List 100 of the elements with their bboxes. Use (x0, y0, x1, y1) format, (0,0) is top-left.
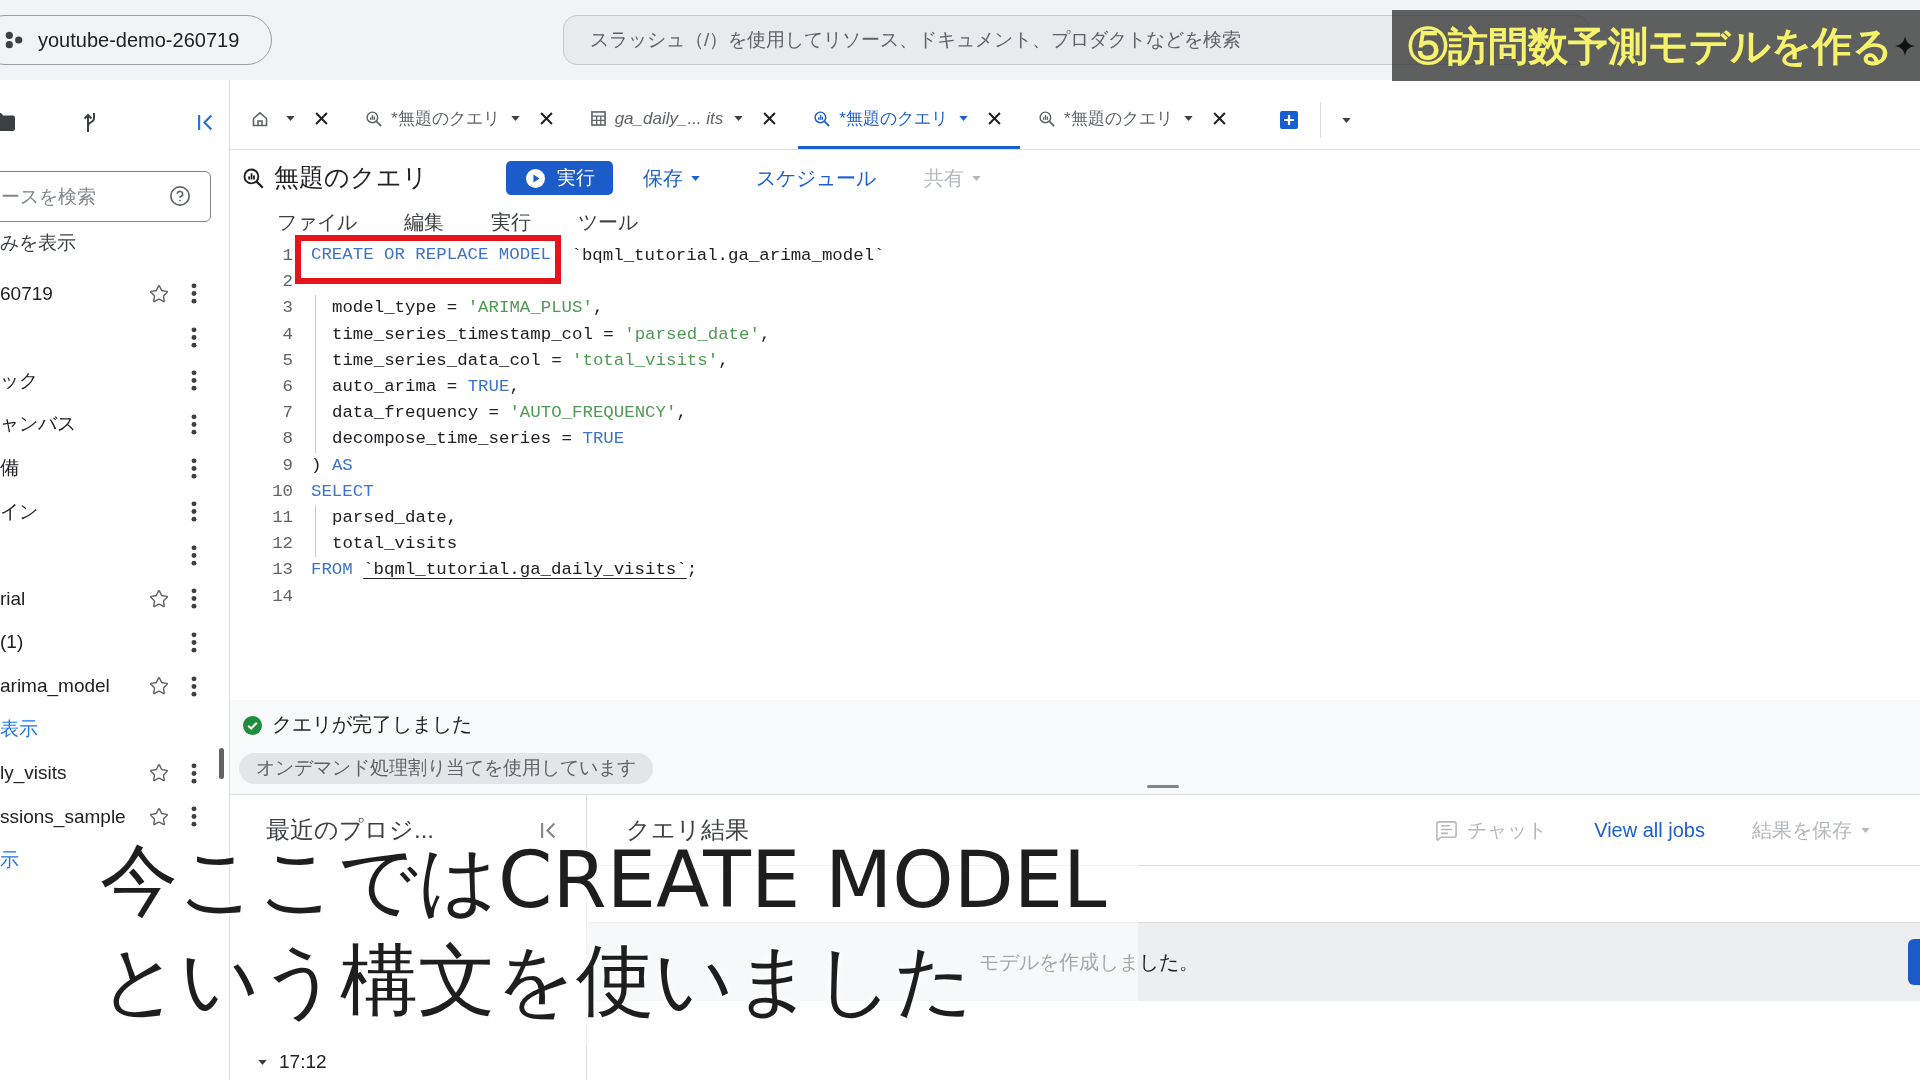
code-line: SELECT (311, 480, 374, 503)
chat-icon (1435, 818, 1459, 842)
panel-title: クエリ結果 (626, 818, 749, 842)
jobs-link[interactable]: View all jobs (1594, 815, 1705, 845)
show-more-link[interactable]: 示 (0, 849, 19, 871)
menu-item[interactable]: 実行 (491, 207, 531, 237)
line-number: 13 (272, 560, 293, 581)
more-icon[interactable] (191, 414, 197, 436)
run-button[interactable]: 実行 (506, 161, 613, 195)
code-line: ) AS (311, 454, 353, 477)
menu-item[interactable]: ツール (578, 207, 638, 237)
tree-item[interactable]: rial (0, 587, 26, 609)
caret-icon[interactable] (1341, 117, 1351, 123)
more-icon[interactable] (191, 588, 197, 610)
more-icon[interactable] (191, 370, 197, 392)
line-number: 12 (272, 534, 293, 555)
code-line: model_type = 'ARIMA_PLUS', (315, 295, 604, 322)
close-icon[interactable] (1212, 112, 1226, 125)
toolbar-button[interactable]: スケジュール (756, 163, 876, 193)
query-title: 無題のクエリ (274, 162, 428, 194)
star-icon[interactable] (149, 806, 169, 827)
tree-item[interactable]: ssions_sample (0, 805, 126, 827)
collapse-icon[interactable] (197, 113, 214, 131)
panel-title: 最近のプロジ... (266, 818, 434, 842)
drag-handle[interactable] (1147, 785, 1179, 788)
close-icon[interactable] (763, 112, 777, 125)
star-icon[interactable] (149, 588, 169, 609)
show-more-link[interactable]: 表示 (0, 718, 38, 740)
tab[interactable]: *無題のクエリ (350, 91, 572, 149)
tab[interactable]: *無題のクエリ (1022, 91, 1245, 149)
more-icon[interactable] (191, 544, 197, 566)
line-number: 10 (272, 481, 293, 502)
toolbar-button[interactable]: 保存 (643, 163, 700, 193)
more-icon[interactable] (191, 762, 197, 784)
branch-icon[interactable] (83, 112, 97, 132)
more-icon[interactable] (191, 675, 197, 697)
home-icon (252, 110, 268, 127)
more-icon[interactable] (191, 326, 197, 348)
more-icon[interactable] (191, 501, 197, 523)
tree-item[interactable]: イン (0, 500, 38, 522)
collapse-icon[interactable] (540, 821, 557, 839)
caret-icon[interactable] (258, 1059, 267, 1065)
code-line: `bqml_tutorial.ga_arima_model` (570, 245, 885, 268)
menu-item[interactable]: ファイル (277, 207, 357, 237)
status-message: クエリが完了しました (272, 712, 472, 738)
star-icon[interactable] (149, 676, 169, 697)
tab[interactable]: *無題のクエリ (798, 91, 1020, 149)
line-number: 5 (282, 350, 293, 371)
plus-icon[interactable] (1279, 111, 1298, 129)
caption-line: という構文を使いました (100, 940, 974, 1020)
line-number: 6 (282, 377, 293, 398)
close-icon[interactable] (987, 112, 1001, 125)
caret-icon[interactable] (510, 116, 520, 121)
star-icon[interactable] (149, 763, 169, 784)
show-starred-link[interactable]: みを表示 (0, 228, 76, 258)
caret-icon[interactable] (958, 116, 968, 121)
sparkle-icon (1895, 35, 1915, 56)
line-number: 2 (282, 272, 293, 293)
code-line: parsed_date, (315, 504, 458, 532)
close-icon[interactable] (539, 112, 553, 125)
tree-item[interactable]: 備 (0, 456, 19, 478)
dot-cluster-icon (5, 31, 23, 49)
tab[interactable]: ga_daily_... its (574, 91, 796, 149)
more-icon[interactable] (191, 283, 197, 305)
code-line: total_visits (315, 531, 458, 558)
scrollbar-thumb[interactable] (219, 748, 224, 779)
caret-icon[interactable] (1183, 116, 1193, 121)
help-icon[interactable] (169, 185, 191, 207)
magnifier-icon (1038, 110, 1055, 127)
magnifier-icon (814, 110, 831, 127)
tree-item[interactable]: 60719 (0, 282, 53, 304)
tree-item[interactable]: ャンバス (0, 413, 76, 435)
action-button[interactable] (1908, 939, 1920, 985)
line-number: 7 (282, 403, 293, 424)
tree-item[interactable]: ック (0, 369, 38, 391)
processing-chip: オンデマンド処理割り当てを使用しています (239, 753, 653, 784)
more-icon[interactable] (191, 632, 197, 654)
magnifier-icon (366, 110, 382, 127)
check-circle-icon (243, 715, 262, 735)
code-line: decompose_time_series = TRUE (315, 426, 625, 453)
line-number: 4 (282, 324, 293, 345)
magnifier-icon (243, 167, 264, 189)
line-number: 1 (282, 246, 293, 267)
tree-item[interactable]: ly_visits (0, 762, 67, 784)
line-number: 8 (282, 429, 293, 450)
highlighted-code: CREATE OR REPLACE MODEL (295, 235, 562, 284)
more-icon[interactable] (191, 457, 197, 479)
caret-icon[interactable] (691, 175, 700, 181)
history-group[interactable]: 17:12 (279, 1047, 327, 1077)
menu-item[interactable]: 編集 (404, 207, 444, 237)
code-line: FROM `bqml_tutorial.ga_daily_visits`; (311, 559, 698, 582)
caret-icon[interactable] (734, 116, 744, 121)
tree-item[interactable]: (1) (0, 631, 24, 653)
caret-icon[interactable] (286, 116, 295, 121)
search-field[interactable]: ースを検索 (0, 171, 211, 222)
more-icon[interactable] (191, 806, 197, 828)
play-icon (526, 168, 545, 188)
tree-item[interactable]: arima_model (0, 674, 110, 696)
close-icon[interactable] (315, 112, 328, 125)
star-icon[interactable] (149, 283, 169, 304)
